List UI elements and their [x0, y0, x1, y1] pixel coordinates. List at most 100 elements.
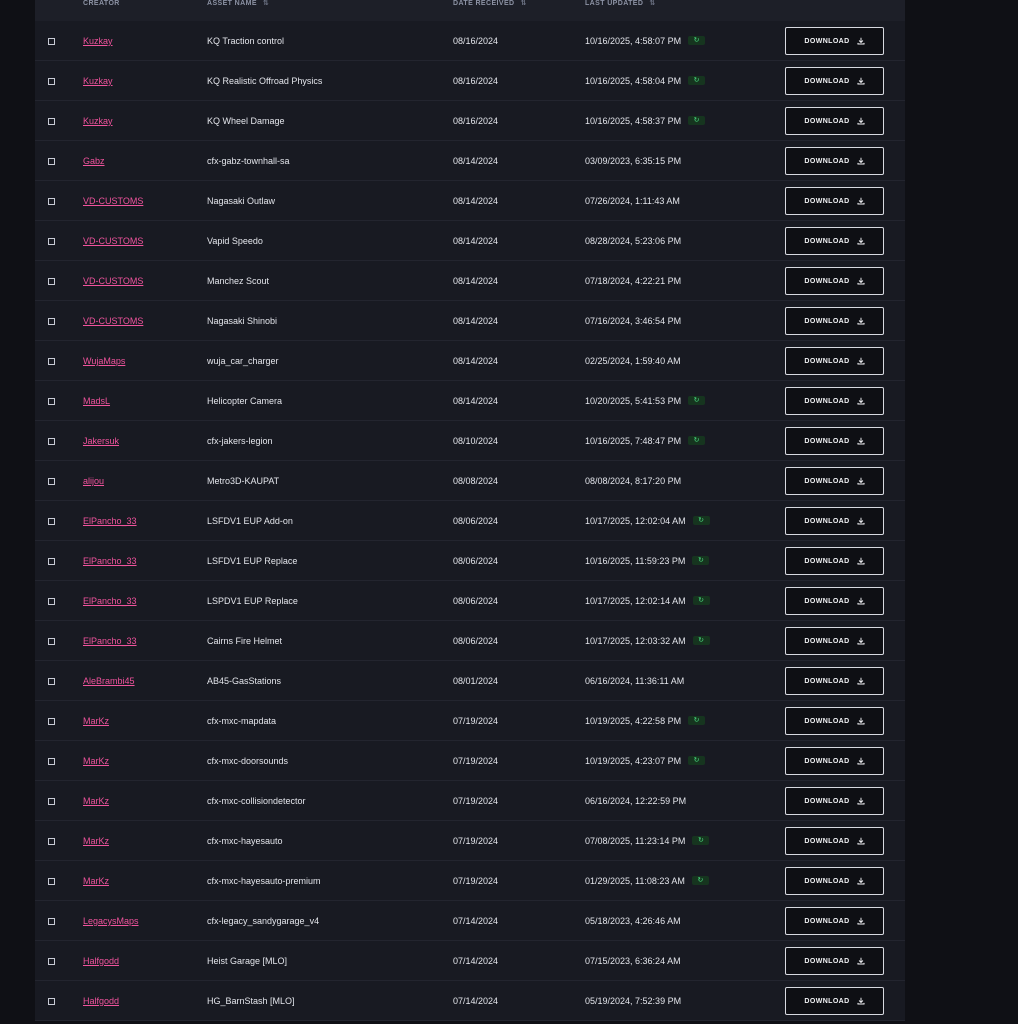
download-button[interactable]: DOWNLOAD: [785, 587, 884, 615]
download-button-label: DOWNLOAD: [804, 397, 850, 405]
creator-link[interactable]: ElPancho_33: [83, 501, 137, 541]
creator-link[interactable]: VD-CUSTOMS: [83, 181, 143, 221]
download-button[interactable]: DOWNLOAD: [785, 67, 884, 95]
creator-link[interactable]: AleBrambi45: [83, 661, 135, 701]
download-button[interactable]: DOWNLOAD: [785, 987, 884, 1015]
creator-link[interactable]: ElPancho_33: [83, 581, 137, 621]
row-select-checkbox[interactable]: [48, 598, 55, 605]
row-select-checkbox[interactable]: [48, 878, 55, 885]
row-select-checkbox[interactable]: [48, 438, 55, 445]
creator-link[interactable]: ElPancho_33: [83, 621, 137, 661]
row-select-checkbox[interactable]: [48, 678, 55, 685]
table-row: Kuzkay KQ Realistic Offroad Physics 08/16/…: [35, 61, 905, 101]
row-select-checkbox[interactable]: [48, 958, 55, 965]
download-button[interactable]: DOWNLOAD: [785, 147, 884, 175]
download-button[interactable]: DOWNLOAD: [785, 787, 884, 815]
download-button[interactable]: DOWNLOAD: [785, 907, 884, 935]
creator-link[interactable]: MarKz: [83, 741, 109, 781]
column-header-creator[interactable]: CREATOR: [83, 0, 120, 8]
download-button[interactable]: DOWNLOAD: [785, 747, 884, 775]
row-select-checkbox[interactable]: [48, 38, 55, 45]
download-button[interactable]: DOWNLOAD: [785, 427, 884, 455]
last-updated: 07/08/2025, 11:23:14 PM ↻: [585, 821, 710, 861]
creator-link[interactable]: MadsL: [83, 381, 110, 421]
row-select-checkbox[interactable]: [48, 318, 55, 325]
row-select-checkbox[interactable]: [48, 198, 55, 205]
creator-link[interactable]: MarKz: [83, 821, 109, 861]
row-select-checkbox[interactable]: [48, 478, 55, 485]
download-button[interactable]: DOWNLOAD: [785, 707, 884, 735]
creator-link[interactable]: Halfgodd: [83, 981, 119, 1021]
download-button[interactable]: DOWNLOAD: [785, 867, 884, 895]
download-button[interactable]: DOWNLOAD: [785, 347, 884, 375]
download-button[interactable]: DOWNLOAD: [785, 667, 884, 695]
row-select-checkbox[interactable]: [48, 798, 55, 805]
download-icon: [857, 637, 865, 645]
creator-link[interactable]: Kuzkay: [83, 101, 113, 141]
download-button[interactable]: DOWNLOAD: [785, 507, 884, 535]
sort-icon[interactable]: ⇅: [649, 0, 655, 7]
column-header-last-updated[interactable]: LAST UPDATED ⇅: [585, 0, 655, 8]
last-updated-text: 10/16/2025, 11:59:23 PM: [585, 556, 686, 566]
asset-name: LSFDV1 EUP Replace: [207, 556, 298, 566]
row-select-checkbox[interactable]: [48, 358, 55, 365]
download-button-label: DOWNLOAD: [804, 37, 850, 45]
row-select-checkbox[interactable]: [48, 118, 55, 125]
download-button[interactable]: DOWNLOAD: [785, 827, 884, 855]
download-button[interactable]: DOWNLOAD: [785, 267, 884, 295]
row-select-checkbox[interactable]: [48, 718, 55, 725]
last-updated-text: 07/18/2024, 4:22:21 PM: [585, 276, 682, 286]
creator-link[interactable]: VD-CUSTOMS: [83, 261, 143, 301]
sort-icon[interactable]: ⇅: [263, 0, 269, 7]
download-icon: [857, 517, 865, 525]
creator-link[interactable]: ElPancho_33: [83, 541, 137, 581]
creator-link[interactable]: MarKz: [83, 781, 109, 821]
download-button[interactable]: DOWNLOAD: [785, 307, 884, 335]
column-header-date-received[interactable]: DATE RECEIVED ⇅: [453, 0, 526, 8]
row-select-checkbox[interactable]: [48, 278, 55, 285]
row-select-checkbox[interactable]: [48, 78, 55, 85]
row-select-checkbox[interactable]: [48, 238, 55, 245]
asset-name: wuja_car_charger: [207, 356, 279, 366]
download-button[interactable]: DOWNLOAD: [785, 467, 884, 495]
column-header-asset-name[interactable]: ASSET NAME ⇅: [207, 0, 269, 8]
download-button[interactable]: DOWNLOAD: [785, 627, 884, 655]
creator-link[interactable]: WujaMaps: [83, 341, 125, 381]
creator-link[interactable]: MarKz: [83, 701, 109, 741]
creator-link[interactable]: Kuzkay: [83, 21, 113, 61]
row-select-checkbox[interactable]: [48, 158, 55, 165]
creator-link[interactable]: Kuzkay: [83, 61, 113, 101]
creator-link[interactable]: LegacysMaps: [83, 901, 139, 941]
download-button[interactable]: DOWNLOAD: [785, 107, 884, 135]
row-select-checkbox[interactable]: [48, 838, 55, 845]
date-received: 08/16/2024: [453, 76, 499, 86]
last-updated: 10/19/2025, 4:22:58 PM ↻: [585, 701, 706, 741]
row-select-checkbox[interactable]: [48, 758, 55, 765]
download-button[interactable]: DOWNLOAD: [785, 227, 884, 255]
sort-icon[interactable]: ⇅: [520, 0, 526, 7]
download-button[interactable]: DOWNLOAD: [785, 947, 884, 975]
download-button[interactable]: DOWNLOAD: [785, 27, 884, 55]
download-icon: [857, 357, 865, 365]
creator-link[interactable]: MarKz: [83, 861, 109, 901]
last-updated: 10/20/2025, 5:41:53 PM ↻: [585, 381, 706, 421]
download-button[interactable]: DOWNLOAD: [785, 387, 884, 415]
download-button[interactable]: DOWNLOAD: [785, 187, 884, 215]
row-select-checkbox[interactable]: [48, 638, 55, 645]
date-received: 08/14/2024: [453, 156, 499, 166]
creator-link[interactable]: VD-CUSTOMS: [83, 221, 143, 261]
creator-link[interactable]: Gabz: [83, 141, 105, 181]
row-select-checkbox[interactable]: [48, 998, 55, 1005]
creator-link[interactable]: alijou: [83, 461, 104, 501]
row-select-checkbox[interactable]: [48, 398, 55, 405]
row-select-checkbox[interactable]: [48, 558, 55, 565]
download-icon: [857, 477, 865, 485]
date-received: 08/14/2024: [453, 356, 499, 366]
date-received: 08/14/2024: [453, 276, 499, 286]
creator-link[interactable]: Jakersuk: [83, 421, 119, 461]
creator-link[interactable]: Halfgodd: [83, 941, 119, 981]
row-select-checkbox[interactable]: [48, 518, 55, 525]
creator-link[interactable]: VD-CUSTOMS: [83, 301, 143, 341]
row-select-checkbox[interactable]: [48, 918, 55, 925]
download-button[interactable]: DOWNLOAD: [785, 547, 884, 575]
